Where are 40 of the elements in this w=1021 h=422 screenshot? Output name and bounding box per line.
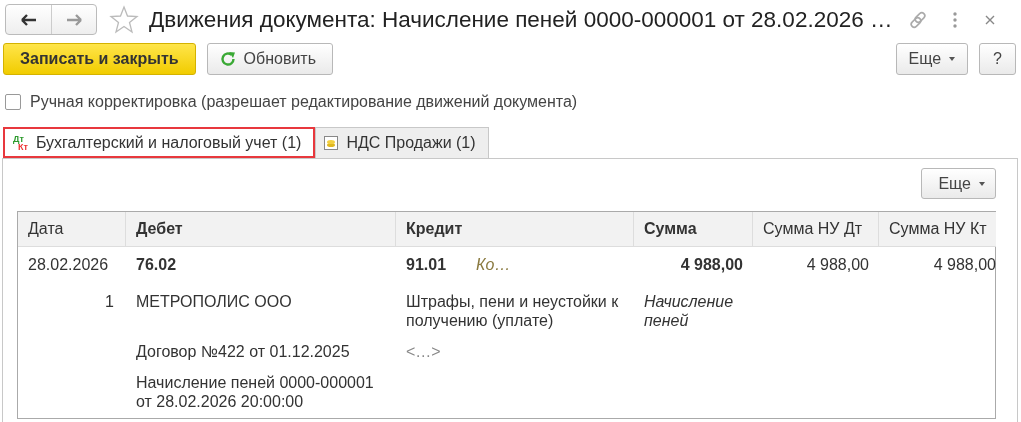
link-icon[interactable]	[908, 9, 929, 30]
table-cell: Начисление пеней 0000-000001 от 28.02.2026 20:00:00	[136, 374, 374, 410]
column-header: Сумма НУ Кт	[879, 212, 996, 247]
star-icon[interactable]	[109, 4, 139, 35]
checkbox[interactable]	[5, 94, 21, 110]
more-button[interactable]: Еще	[895, 43, 969, 75]
table-cell: Договор №422 от 01.12.2025	[136, 343, 350, 360]
window-title: Движения документа: Начисление пеней 0000-000001 от 28.02.2026 …	[149, 5, 893, 34]
caret-icon	[949, 57, 956, 61]
table-cell: 28.02.2026	[28, 256, 109, 273]
back-arrow-icon	[20, 13, 37, 26]
table-cell: 1	[105, 293, 114, 310]
column-header: Сумма	[634, 212, 753, 247]
table-cell: Ко…	[476, 255, 511, 274]
tab[interactable]: НДС Продажи (1)	[315, 127, 489, 158]
table-cell: Начисление пеней	[644, 293, 734, 329]
column-header: Сумма НУ Дт	[753, 212, 879, 247]
refresh-button[interactable]: Обновить	[206, 43, 334, 75]
table-cell: Штрафы, пени и неустойки к получению (уплате)	[406, 293, 619, 329]
table-cell: 91.01	[406, 255, 447, 274]
table-cell: МЕТРОПОЛИС ООО	[136, 293, 292, 310]
checkbox-label: Ручная корректировка (разрешает редактирование движений документа)	[30, 92, 578, 112]
forward-arrow-icon	[66, 13, 82, 26]
table-cell: 4 988,00	[806, 256, 869, 273]
more-button[interactable]: Еще	[921, 168, 996, 199]
save-and-close-button[interactable]: Записать и закрыть	[3, 43, 196, 75]
table-cell: 4 988,00	[680, 256, 743, 273]
column-header: Дебет	[126, 212, 396, 247]
close-icon[interactable]	[985, 14, 996, 25]
table-cell: 76.02	[136, 256, 177, 273]
debit-credit-icon: Дт Кт	[13, 134, 28, 151]
more-options-icon[interactable]	[953, 11, 958, 28]
refresh-icon	[219, 51, 236, 67]
caret-icon	[979, 181, 985, 186]
column-header: Кредит	[396, 212, 634, 247]
coins-icon	[324, 136, 339, 150]
table-cell: <…>	[406, 343, 441, 360]
help-button[interactable]: ?	[979, 43, 1016, 75]
column-header: Дата	[18, 212, 126, 247]
table-cell: 4 988,00	[933, 256, 996, 273]
